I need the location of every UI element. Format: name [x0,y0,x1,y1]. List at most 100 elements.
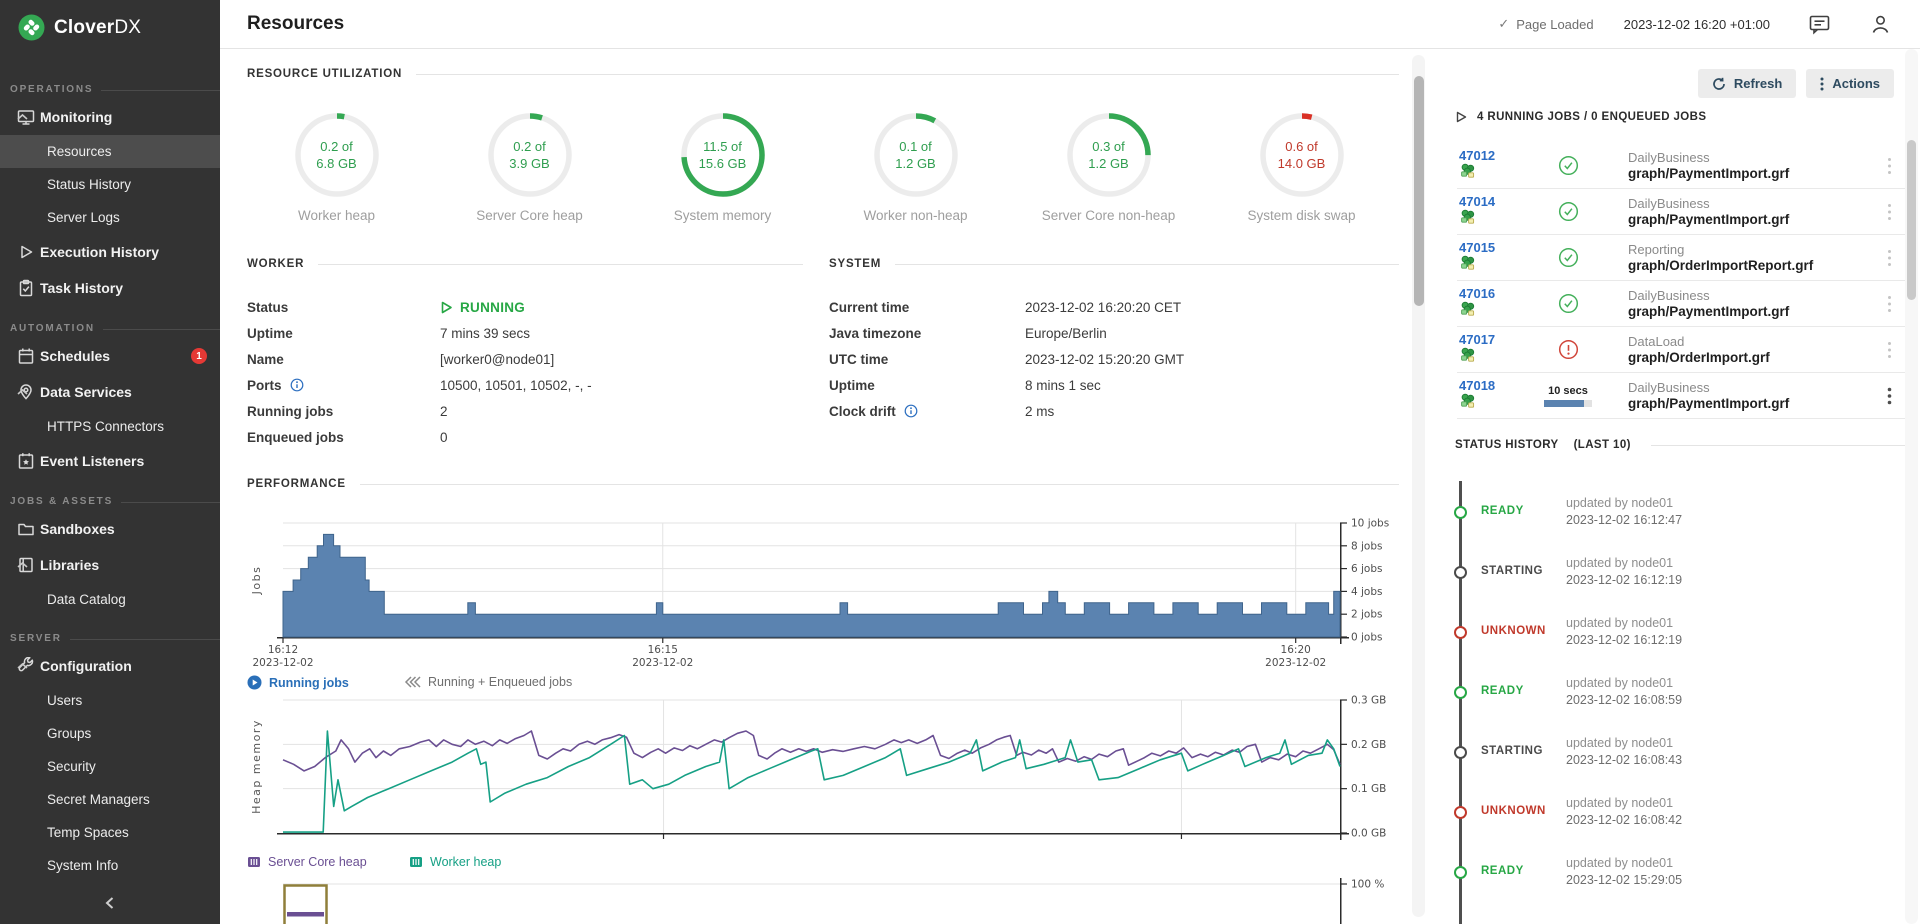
refresh-button[interactable]: Refresh [1698,69,1796,98]
feedback-button[interactable] [1808,13,1831,36]
info-label: Java timezone [829,326,1025,341]
legend-server-core-heap[interactable]: Server Core heap [247,855,367,869]
job-kebab-menu[interactable] [1869,203,1909,221]
chevron-up-icon [17,663,205,670]
job-names-cell: DailyBusinessgraph/PaymentImport.grf [1603,150,1869,182]
info-label: Running jobs [247,404,440,419]
info-label: Name [247,352,440,367]
job-kebab-menu[interactable] [1869,341,1909,359]
sidebar-item-label: Event Listeners [40,453,144,469]
job-row-47016[interactable]: 47016 DailyBusinessgraph/PaymentImport.g… [1457,281,1909,327]
svg-text:2023-12-02: 2023-12-02 [1265,657,1326,669]
sidebar-item-secret-managers[interactable]: Secret Managers [0,783,220,816]
sidebar-item-event-listeners[interactable]: Event Listeners [0,443,220,479]
sidebar-item-monitoring[interactable]: Monitoring [0,99,220,135]
info-row-status: StatusRUNNING [247,294,803,320]
legend-running-enqueued-jobs[interactable]: Running + Enqueued jobs [404,675,572,689]
clover-job-icon [1459,209,1476,224]
sidebar-item-status-history[interactable]: Status History [0,168,220,201]
user-menu-button[interactable] [1869,13,1892,36]
calendar-star-icon [17,452,35,470]
worker-info: StatusRUNNINGUptime7 mins 39 secsName[wo… [247,294,803,450]
sidebar-item-label: Schedules [40,348,110,364]
cloverdx-logo[interactable]: CloverDX [0,0,220,51]
job-kebab-menu[interactable] [1869,295,1909,313]
kebab-icon [1820,77,1824,91]
sidebar-item-label: HTTPS Connectors [47,419,164,434]
section-worker: WORKER [247,258,803,270]
sidebar-item-task-history[interactable]: Task History [0,270,220,306]
legend-label: Worker heap [430,855,501,869]
job-row-47014[interactable]: 47014 DailyBusinessgraph/PaymentImport.g… [1457,189,1909,235]
job-status-cell [1533,339,1603,360]
info-label: Uptime [829,378,1025,393]
history-status-dot [1454,746,1467,759]
gauge-system-disk-swap: 0.6 of14.0 GBSystem disk swap [1205,109,1398,223]
sidebar-section-server: SERVER [0,616,220,648]
info-label: Status [247,300,440,315]
brand-name: CloverDX [54,17,141,39]
svg-text:10 jobs: 10 jobs [1351,518,1389,530]
sidebar-item-libraries[interactable]: Libraries [0,547,220,583]
sidebar-item-system-info[interactable]: System Info [0,849,220,882]
job-id-link[interactable]: 47015 [1459,240,1533,255]
sidebar-section-operations: OPERATIONS [0,67,220,99]
job-sandbox: DailyBusiness [1628,196,1869,212]
legend-running-jobs[interactable]: Running jobs [247,675,349,690]
job-id-link[interactable]: 47018 [1459,378,1533,393]
job-names-cell: DailyBusinessgraph/PaymentImport.grf [1603,380,1869,412]
job-id-link[interactable]: 47014 [1459,194,1533,209]
sidebar-item-temp-spaces[interactable]: Temp Spaces [0,816,220,849]
info-icon[interactable] [904,404,918,418]
info-row-current-time: Current time2023-12-02 16:20:20 CET [829,294,1399,320]
legend-worker-heap[interactable]: Worker heap [409,855,501,869]
sidebar-item-sandboxes[interactable]: Sandboxes [0,511,220,547]
job-id-link[interactable]: 47016 [1459,286,1533,301]
main-scrollbar-thumb[interactable] [1414,76,1424,306]
info-row-enqueued-jobs: Enqueued jobs0 [247,424,803,450]
job-status-cell: 10 secs [1533,385,1603,407]
info-value: 2 ms [1025,404,1399,419]
sidebar-item-label: Secret Managers [47,792,150,807]
sidebar-item-label: Status History [47,177,131,192]
history-status-label: READY [1481,505,1524,517]
job-row-47017[interactable]: 47017 DataLoadgraph/OrderImport.grf [1457,327,1909,373]
info-row-java-timezone: Java timezoneEurope/Berlin [829,320,1399,346]
gauge-value: 11.5 of15.6 GB [680,112,766,198]
clover-logo-icon [18,14,45,41]
job-id-link[interactable]: 47012 [1459,148,1533,163]
job-id-link[interactable]: 47017 [1459,332,1533,347]
info-icon[interactable] [290,378,304,392]
gauge-value: 0.2 of6.8 GB [294,112,380,198]
sidebar-item-server-logs[interactable]: Server Logs [0,201,220,234]
sidebar-item-groups[interactable]: Groups [0,717,220,750]
job-row-47012[interactable]: 47012 DailyBusinessgraph/PaymentImport.g… [1457,143,1909,189]
gauge-ring: 0.2 of3.9 GB [487,112,573,198]
gauge-label: Worker heap [298,208,375,223]
history-entry: updated by node012023-12-02 16:08:42 [1566,795,1682,829]
sidebar-item-data-services[interactable]: Data Services [0,374,220,410]
sidebar-item-data-catalog[interactable]: Data Catalog [0,583,220,616]
sidebar-item-execution-history[interactable]: Execution History [0,234,220,270]
panel-scrollbar-thumb[interactable] [1907,140,1916,300]
server-time: 2023-12-02 16:20 +01:00 [1624,17,1770,32]
legend-label: Running jobs [269,676,349,690]
actions-button[interactable]: Actions [1806,69,1894,98]
sidebar-collapse-button[interactable] [0,882,220,924]
sidebar-item-users[interactable]: Users [0,684,220,717]
job-kebab-menu[interactable] [1869,157,1909,175]
sidebar-item-security[interactable]: Security [0,750,220,783]
info-value: 0 [440,430,803,445]
svg-text:16:15: 16:15 [648,644,678,656]
job-row-47015[interactable]: 47015 Reportinggraph/OrderImportReport.g… [1457,235,1909,281]
info-value: 2023-12-02 16:20:20 CET [1025,300,1399,315]
job-kebab-menu[interactable] [1869,249,1909,267]
sidebar-item-configuration[interactable]: Configuration [0,648,220,684]
job-kebab-menu[interactable] [1869,387,1909,405]
sidebar-item-https-connectors[interactable]: HTTPS Connectors [0,410,220,443]
cpu-plot: 100 % [220,874,1412,924]
sidebar-item-schedules[interactable]: Schedules1 [0,338,220,374]
job-row-47018[interactable]: 47018 10 secsDailyBusinessgraph/PaymentI… [1457,373,1909,419]
job-names-cell: Reportinggraph/OrderImportReport.grf [1603,242,1869,274]
sidebar-item-resources[interactable]: Resources [0,135,220,168]
